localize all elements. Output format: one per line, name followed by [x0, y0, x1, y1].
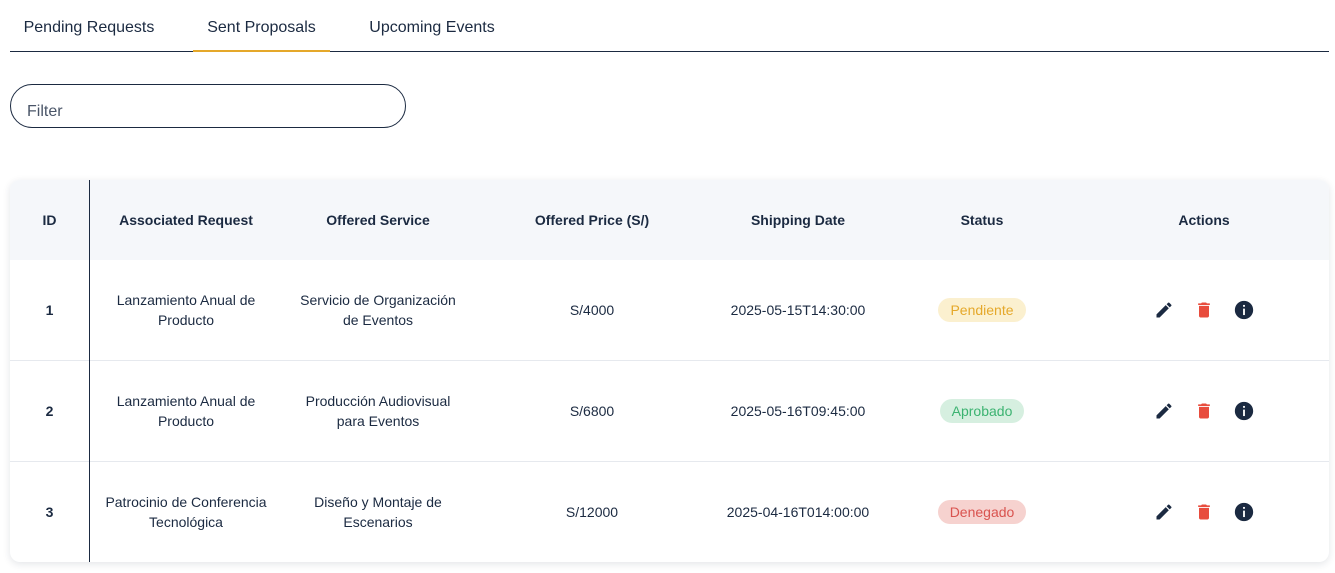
- row-price: S/4000: [569, 302, 615, 318]
- header-status: Status: [960, 212, 1004, 228]
- edit-button[interactable]: [1153, 400, 1175, 422]
- header-offered-price: Offered Price (S/): [534, 212, 650, 228]
- delete-button[interactable]: [1193, 400, 1215, 422]
- row-price: S/12000: [565, 504, 619, 520]
- filter-field: [10, 84, 406, 128]
- row-request: Lanzamiento Anual de Producto: [116, 292, 256, 328]
- trash-icon: [1198, 302, 1210, 318]
- row-id: 3: [45, 504, 54, 520]
- row-request: Patrocinio de Conferencia Tecnológica: [105, 494, 267, 530]
- pencil-icon: [1156, 302, 1172, 318]
- table-header: ID Associated Request Offered Service Of…: [10, 180, 1329, 260]
- header-actions: Actions: [1178, 212, 1230, 228]
- edit-button[interactable]: [1153, 501, 1175, 523]
- edit-button[interactable]: [1153, 299, 1175, 321]
- pencil-icon: [1156, 504, 1172, 520]
- delete-button[interactable]: [1193, 299, 1215, 321]
- table-row: 3 Patrocinio de Conferencia Tecnológica …: [10, 462, 1329, 562]
- header-associated-request: Associated Request: [119, 212, 253, 228]
- info-button[interactable]: [1233, 501, 1255, 523]
- info-button[interactable]: [1233, 299, 1255, 321]
- info-icon: [1234, 300, 1254, 320]
- row-date: 2025-04-16T014:00:00: [726, 504, 870, 520]
- table-row: 1 Lanzamiento Anual de Producto Servicio…: [10, 260, 1329, 361]
- row-date: 2025-05-16T09:45:00: [730, 403, 866, 419]
- info-icon: [1234, 401, 1254, 421]
- pencil-icon: [1156, 403, 1172, 419]
- table-row: 2 Lanzamiento Anual de Producto Producci…: [10, 361, 1329, 462]
- row-id: 2: [45, 403, 54, 419]
- tab-upcoming-events[interactable]: Upcoming Events: [359, 0, 505, 52]
- tab-bar: Pending Requests Sent Proposals Upcoming…: [10, 0, 1329, 52]
- tab-sent-proposals[interactable]: Sent Proposals: [193, 0, 330, 52]
- info-button[interactable]: [1233, 400, 1255, 422]
- filter-input[interactable]: [27, 97, 387, 127]
- row-service: Producción Audiovisual para Eventos: [305, 393, 451, 429]
- row-request: Lanzamiento Anual de Producto: [116, 393, 256, 429]
- status-badge: Denegado: [937, 500, 1027, 524]
- trash-icon: [1198, 504, 1210, 520]
- row-price: S/6800: [569, 403, 615, 419]
- status-badge: Pendiente: [938, 298, 1026, 322]
- info-icon: [1234, 502, 1254, 522]
- row-service: Diseño y Montaje de Escenarios: [314, 494, 442, 530]
- row-service: Servicio de Organización de Eventos: [300, 292, 456, 328]
- tab-pending-requests[interactable]: Pending Requests: [10, 0, 168, 52]
- header-offered-service: Offered Service: [326, 212, 430, 228]
- header-shipping-date: Shipping Date: [750, 212, 846, 228]
- column-divider: [89, 180, 90, 562]
- row-id: 1: [45, 302, 54, 318]
- delete-button[interactable]: [1193, 501, 1215, 523]
- proposals-table: ID Associated Request Offered Service Of…: [10, 180, 1329, 562]
- header-id: ID: [42, 212, 57, 228]
- row-date: 2025-05-15T14:30:00: [730, 302, 866, 318]
- trash-icon: [1198, 403, 1210, 419]
- status-badge: Aprobado: [939, 399, 1025, 423]
